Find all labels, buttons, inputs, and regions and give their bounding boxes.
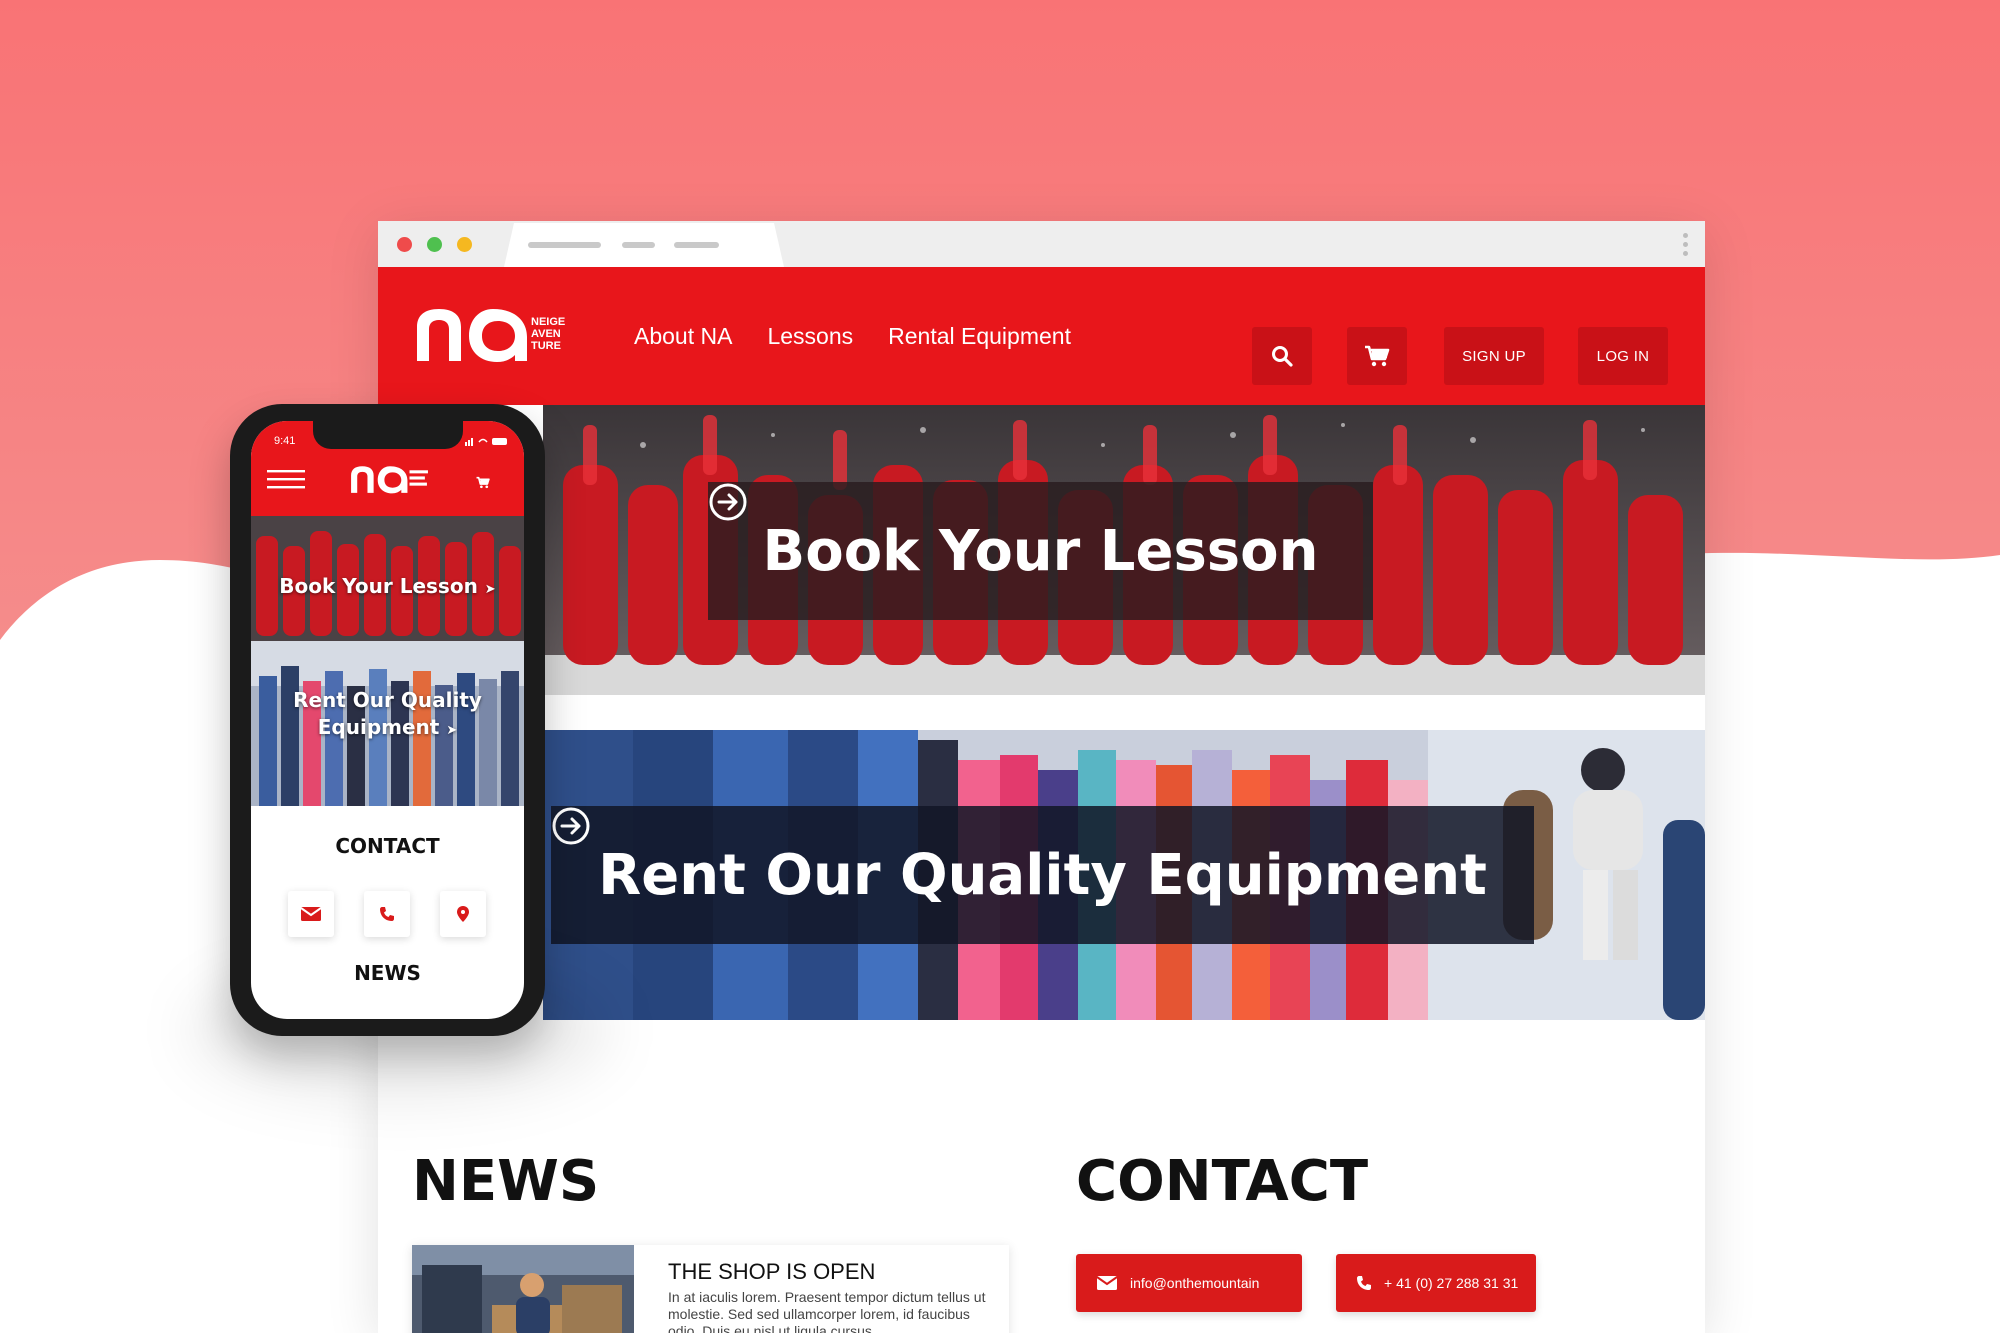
arrow-circle-icon	[709, 483, 747, 521]
brand-logo[interactable]: NEIGE AVEN TURE	[411, 303, 571, 365]
news-card-title: THE SHOP IS OPEN	[668, 1259, 876, 1284]
nav-link-rental[interactable]: Rental Equipment	[888, 323, 1071, 350]
window-maximize-dot[interactable]	[427, 237, 442, 252]
phone-button[interactable]: + 41 (0) 27 288 31 31	[1336, 1254, 1536, 1312]
hamburger-menu-icon[interactable]	[267, 468, 305, 490]
news-heading: NEWS	[412, 1149, 600, 1214]
mail-icon	[1096, 1276, 1118, 1290]
cart-icon	[1365, 345, 1390, 367]
phone-frame: 9:41 Book Your Lesson ➤ Rent Our Quality…	[230, 404, 545, 1036]
logo-word: AVEN	[531, 328, 561, 340]
mobile-rental-text-line1: Rent Our Quality	[293, 688, 482, 712]
mobile-contact-heading: CONTACT	[335, 834, 440, 858]
mobile-phone-button[interactable]	[364, 891, 410, 937]
rental-cta[interactable]: Rent Our Quality Equipment	[551, 806, 1534, 944]
arrow-circle-icon: ➤	[446, 723, 458, 738]
shop-photo-image	[412, 1245, 634, 1333]
rental-banner[interactable]: Rent Our Quality Equipment	[543, 730, 1705, 1020]
log-in-button[interactable]: LOG IN	[1578, 327, 1668, 385]
mobile-location-button[interactable]	[440, 891, 486, 937]
site-header: NEIGE AVEN TURE About NA Lessons Rental …	[378, 267, 1705, 405]
mobile-news-heading: NEWS	[354, 961, 421, 985]
logo-word: NEIGE	[531, 316, 565, 328]
map-pin-icon	[457, 906, 469, 922]
logo-word: TURE	[531, 340, 561, 352]
browser-menu-icon[interactable]	[1683, 233, 1689, 260]
lesson-cta-text: Book Your Lesson	[762, 518, 1319, 584]
email-button[interactable]: info@onthemountain	[1076, 1254, 1302, 1312]
phone-notch	[313, 421, 463, 449]
window-close-dot[interactable]	[397, 237, 412, 252]
lesson-banner[interactable]: Book Your Lesson	[543, 405, 1705, 695]
status-time: 9:41	[274, 435, 296, 447]
contact-heading: CONTACT	[1076, 1149, 1369, 1214]
window-minimize-dot[interactable]	[457, 237, 472, 252]
lesson-cta[interactable]: Book Your Lesson	[708, 482, 1373, 620]
mobile-rental-banner[interactable]: Rent Our Quality Equipment ➤	[251, 641, 524, 806]
mobile-email-button[interactable]	[288, 891, 334, 937]
search-button[interactable]	[1252, 327, 1312, 385]
main-nav: About NA Lessons Rental Equipment	[634, 267, 1071, 405]
news-card-excerpt: In at iaculis lorem. Praesent tempor dic…	[668, 1289, 986, 1333]
browser-chrome	[378, 221, 1705, 267]
mobile-lesson-text: Book Your Lesson	[279, 574, 478, 598]
mobile-rental-text-line2: Equipment	[317, 715, 440, 739]
mobile-phone-mockup: 9:41 Book Your Lesson ➤ Rent Our Quality…	[230, 404, 545, 1036]
rental-cta-text: Rent Our Quality Equipment	[598, 842, 1487, 908]
mobile-cart-icon[interactable]	[476, 476, 490, 489]
search-icon	[1272, 346, 1293, 367]
tab-placeholder-bar	[674, 242, 719, 248]
mobile-lesson-banner[interactable]: Book Your Lesson ➤	[251, 516, 524, 641]
status-icons	[465, 438, 507, 446]
email-text: info@onthemountain	[1130, 1275, 1260, 1291]
sign-up-button[interactable]: SIGN UP	[1444, 327, 1544, 385]
arrow-circle-icon	[552, 807, 590, 845]
mobile-lesson-cta: Book Your Lesson ➤	[251, 573, 524, 603]
phone-screen: 9:41 Book Your Lesson ➤ Rent Our Quality…	[251, 421, 524, 1019]
phone-icon	[380, 907, 394, 921]
phone-text: + 41 (0) 27 288 31 31	[1384, 1275, 1519, 1291]
browser-window: NEIGE AVEN TURE About NA Lessons Rental …	[378, 221, 1705, 1333]
phone-icon	[1357, 1276, 1371, 1290]
mobile-rental-cta: Rent Our Quality Equipment ➤	[251, 687, 524, 744]
arrow-circle-icon: ➤	[484, 582, 496, 597]
cart-button[interactable]	[1347, 327, 1407, 385]
nav-link-about[interactable]: About NA	[634, 323, 732, 350]
mobile-brand-logo[interactable]	[348, 463, 430, 495]
news-card[interactable]: THE SHOP IS OPEN In at iaculis lorem. Pr…	[412, 1245, 1009, 1333]
mobile-header: 9:41	[251, 421, 524, 516]
tab-placeholder-bar	[528, 242, 601, 248]
tab-placeholder-bar	[622, 242, 655, 248]
mail-icon	[300, 907, 322, 921]
nav-link-lessons[interactable]: Lessons	[767, 323, 853, 350]
